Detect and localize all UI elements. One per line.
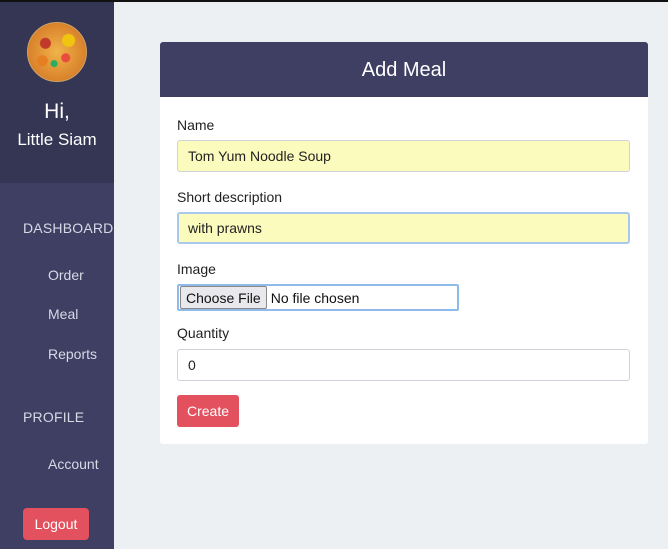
card-title: Add Meal	[160, 42, 648, 97]
image-file-input[interactable]: Choose File No file chosen	[177, 284, 459, 311]
sidebar-item-account[interactable]: Account	[0, 456, 99, 472]
image-label: Image	[177, 261, 216, 277]
name-label: Name	[177, 117, 215, 133]
description-label: Short description	[177, 189, 283, 205]
file-status: No file chosen	[270, 289, 360, 306]
profile-box: Hi, Little Siam	[0, 2, 114, 183]
sidebar-item-order[interactable]: Order	[0, 267, 84, 283]
greeting: Hi,	[44, 100, 70, 123]
quantity-input[interactable]: 0	[177, 349, 630, 381]
choose-file-button[interactable]: Choose File	[180, 286, 267, 309]
dashboard-section-title: DASHBOARD	[23, 220, 114, 236]
add-meal-card: Add Meal Name Tom Yum Noodle Soup Short …	[160, 42, 648, 444]
sidebar: Hi, Little Siam DASHBOARD Order Meal Rep…	[0, 2, 114, 549]
avatar	[27, 22, 87, 82]
quantity-label: Quantity	[177, 325, 230, 341]
create-button[interactable]: Create	[177, 395, 239, 427]
sidebar-item-meal[interactable]: Meal	[0, 306, 78, 322]
profile-section-title: PROFILE	[23, 409, 85, 425]
restaurant-name: Little Siam	[17, 130, 97, 149]
name-input[interactable]: Tom Yum Noodle Soup	[177, 140, 630, 172]
logout-button[interactable]: Logout	[23, 508, 89, 540]
description-input[interactable]: with prawns	[177, 212, 630, 244]
sidebar-item-reports[interactable]: Reports	[0, 346, 97, 362]
